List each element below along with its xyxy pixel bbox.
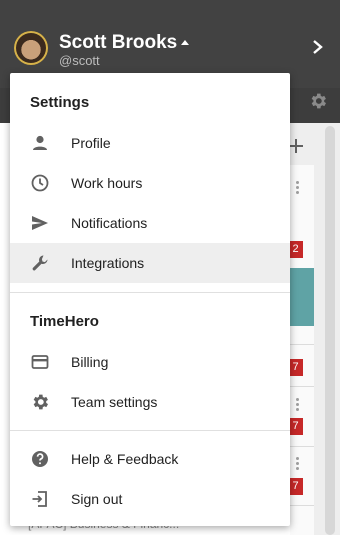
status-badge: 7 [288, 418, 303, 435]
settings-section-title: Settings [30, 94, 90, 111]
more-icon[interactable] [296, 181, 299, 194]
sign-out-icon [32, 491, 47, 507]
gear-icon[interactable] [308, 91, 328, 111]
chevron-right-icon[interactable] [311, 39, 325, 55]
menu-item-notifications[interactable]: Notifications [10, 203, 290, 243]
menu-item-label: Notifications [71, 215, 148, 231]
scrollbar[interactable] [325, 126, 335, 535]
send-icon [32, 216, 48, 230]
menu-item-billing[interactable]: Billing [10, 342, 290, 382]
clock-icon [31, 174, 49, 192]
menu-item-profile[interactable]: Profile [10, 123, 290, 163]
more-icon[interactable] [296, 398, 299, 411]
menu-item-label: Work hours [71, 175, 143, 191]
divider [290, 446, 314, 447]
menu-item-integrations[interactable]: Integrations [10, 243, 290, 283]
menu-item-team-settings[interactable]: Team settings [10, 382, 290, 422]
divider [290, 505, 314, 506]
team-section-title: TimeHero [30, 313, 99, 330]
user-name[interactable]: Scott Brooks [59, 32, 177, 54]
gear-icon [33, 394, 48, 410]
menu-divider [10, 430, 290, 431]
caret-up-icon[interactable] [181, 40, 189, 45]
credit-card-icon [31, 355, 49, 369]
menu-item-sign-out[interactable]: Sign out [10, 479, 290, 519]
menu-item-label: Profile [71, 135, 111, 151]
menu-item-label: Sign out [71, 491, 123, 507]
background-highlight [290, 268, 314, 326]
menu-item-help-feedback[interactable]: Help & Feedback [10, 439, 290, 479]
divider [290, 386, 314, 387]
menu-divider [10, 292, 290, 293]
divider [290, 344, 314, 345]
status-badge: 7 [288, 478, 303, 495]
avatar[interactable] [14, 31, 48, 65]
menu-item-label: Team settings [71, 394, 158, 410]
menu-item-label: Integrations [71, 255, 145, 271]
menu-item-label: Billing [71, 354, 109, 370]
more-icon[interactable] [296, 457, 299, 470]
user-menu: Settings Profile Work hours Notification… [10, 73, 290, 526]
menu-item-work-hours[interactable]: Work hours [10, 163, 290, 203]
status-badge: 2 [288, 241, 303, 258]
help-icon [32, 451, 48, 467]
menu-item-label: Help & Feedback [71, 451, 179, 467]
status-badge: 7 [288, 359, 303, 376]
user-handle: @scott [59, 53, 100, 68]
person-icon [33, 135, 47, 150]
wrench-icon [32, 255, 48, 271]
